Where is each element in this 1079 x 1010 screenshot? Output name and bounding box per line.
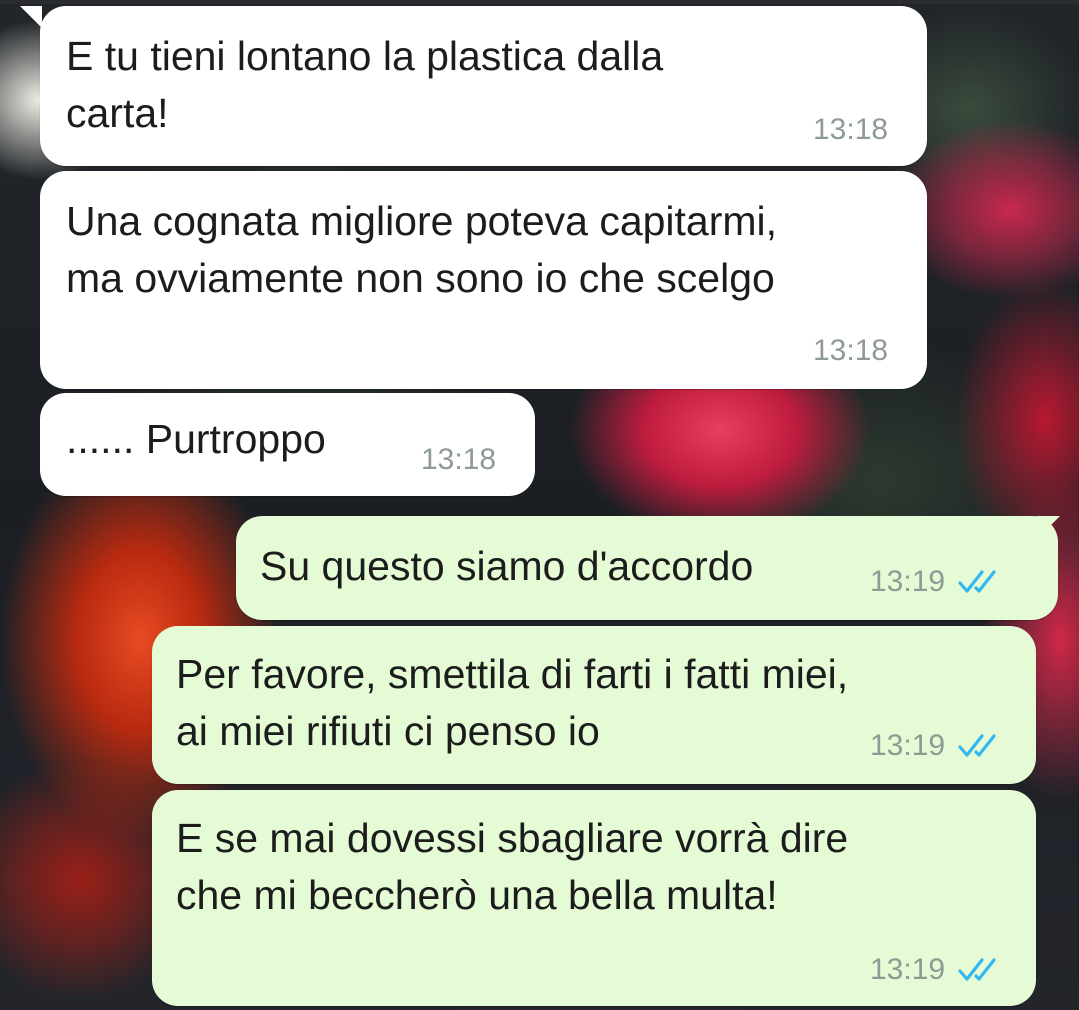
message-text: Una cognata migliore poteva capitarmi, m… (66, 198, 778, 301)
message-time: 13:18 (813, 113, 889, 146)
incoming-message[interactable]: E tu tieni lontano la plastica dalla car… (40, 6, 927, 166)
message-text: E se mai dovessi sbagliare vorrà dire ch… (176, 815, 849, 918)
outgoing-message[interactable]: Per favore, smettila di farti i fatti mi… (152, 626, 1036, 784)
message-meta: 13:18 (421, 444, 496, 476)
message-time: 13:18 (421, 443, 497, 476)
message-time: 13:19 (870, 729, 946, 762)
incoming-message[interactable]: Una cognata migliore poteva capitarmi, m… (40, 171, 927, 389)
message-text: Per favore, smettila di farti i fatti mi… (176, 651, 849, 754)
incoming-message[interactable]: ...... Purtroppo 13:18 (40, 393, 535, 496)
message-time: 13:18 (813, 334, 889, 367)
message-time: 13:19 (870, 565, 946, 598)
double-check-icon (958, 958, 996, 981)
double-check-icon (958, 570, 996, 593)
message-meta: 13:19 (870, 730, 1003, 762)
double-check-icon (958, 734, 996, 757)
message-meta: 13:18 (813, 114, 888, 146)
outgoing-message[interactable]: Su questo siamo d'accordo 13:19 (236, 516, 1058, 620)
message-meta: 13:19 (870, 566, 1003, 598)
message-time: 13:19 (870, 953, 946, 986)
message-text: E tu tieni lontano la plastica dalla car… (66, 33, 664, 136)
outgoing-message[interactable]: E se mai dovessi sbagliare vorrà dire ch… (152, 790, 1036, 1006)
message-text: Su questo siamo d'accordo (260, 543, 754, 589)
message-meta: 13:18 (813, 335, 888, 367)
bubble-tail (20, 6, 42, 28)
top-edge (0, 0, 1079, 4)
message-text: ...... Purtroppo (66, 416, 326, 462)
message-meta: 13:19 (870, 954, 1003, 986)
